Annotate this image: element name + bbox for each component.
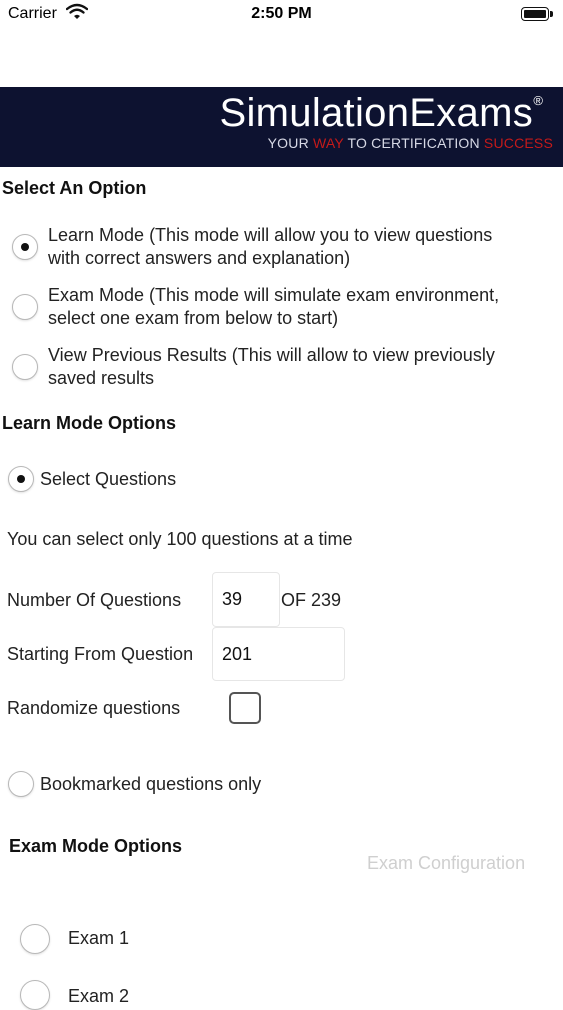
starting-question-label: Starting From Question <box>7 644 194 664</box>
select-questions-radio[interactable] <box>8 466 34 492</box>
brand-logo-text: SimulationExams <box>219 91 533 135</box>
randomize-questions-checkbox[interactable] <box>229 692 261 724</box>
select-option-heading: Select An Option <box>2 178 147 198</box>
number-of-questions-label: Number Of Questions <box>7 590 182 610</box>
brand-banner: SimulationExams ® YOUR WAY TO CERTIFICAT… <box>0 87 563 167</box>
exam-configuration-link[interactable]: Exam Configuration <box>367 853 525 874</box>
exam-2-label: Exam 2 <box>68 986 130 1006</box>
exam-mode-radio[interactable] <box>12 294 38 320</box>
exam-1-radio[interactable] <box>20 924 50 954</box>
question-limit-note: You can select only 100 questions at a t… <box>7 529 353 549</box>
bookmarked-questions-radio[interactable] <box>8 771 34 797</box>
previous-results-radio[interactable] <box>12 354 38 380</box>
learn-mode-options-heading: Learn Mode Options <box>2 413 177 433</box>
select-questions-label: Select Questions <box>40 469 177 489</box>
total-questions-label: OF 239 <box>281 590 342 610</box>
exam-mode-label: Exam Mode (This mode will simulate exam … <box>48 285 500 328</box>
exam-mode-options-heading: Exam Mode Options <box>9 836 183 856</box>
learn-mode-radio[interactable] <box>12 234 38 260</box>
number-of-questions-input[interactable]: 39 <box>212 572 280 627</box>
battery-icon <box>521 7 553 21</box>
exam-2-radio[interactable] <box>20 980 50 1010</box>
starting-question-input[interactable]: 201 <box>212 627 345 681</box>
previous-results-label: View Previous Results (This will allow t… <box>48 345 495 388</box>
learn-mode-label: Learn Mode (This mode will allow you to … <box>48 225 493 268</box>
clock: 2:50 PM <box>251 5 312 22</box>
brand-tagline: YOUR WAY TO CERTIFICATION SUCCESS <box>267 135 553 151</box>
registered-mark: ® <box>533 93 543 108</box>
status-bar: Carrier 2:50 PM <box>0 0 563 30</box>
exam-1-label: Exam 1 <box>68 928 130 948</box>
bookmarked-questions-label: Bookmarked questions only <box>40 774 262 794</box>
randomize-questions-label: Randomize questions <box>7 698 181 718</box>
